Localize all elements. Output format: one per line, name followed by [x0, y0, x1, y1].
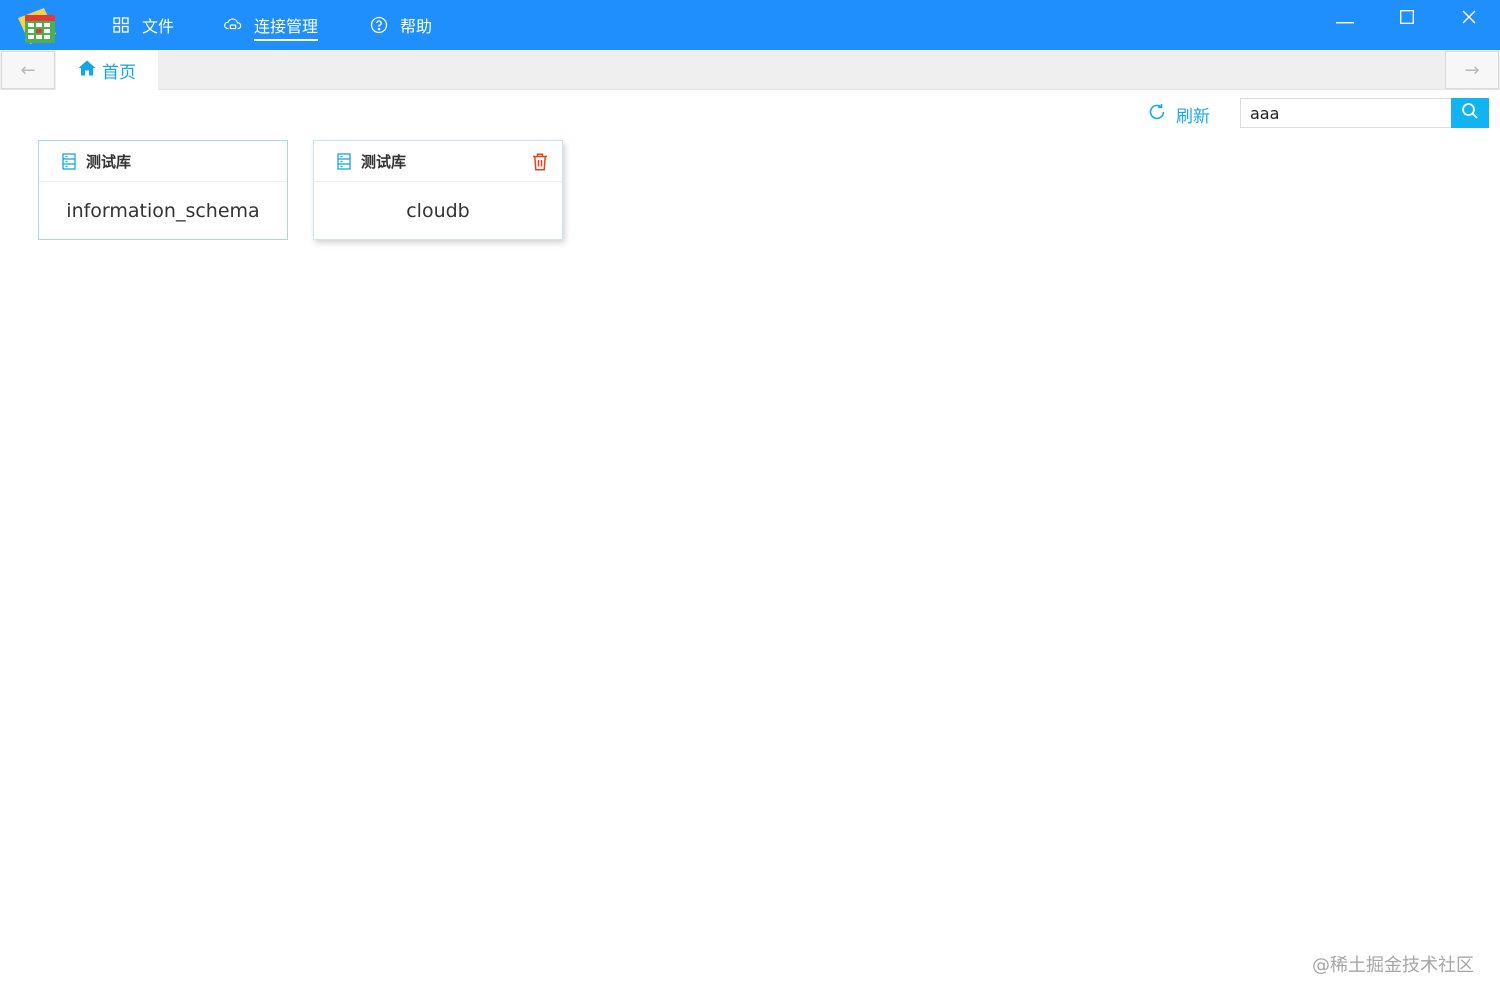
menu-item-label: 连接管理 — [254, 13, 319, 41]
menu-item-label: 帮助 — [400, 17, 433, 36]
tab-strip: ← 首页 → — [0, 50, 1500, 90]
card-header: 测试库 — [39, 141, 287, 182]
card-header: 测试库 — [314, 141, 562, 182]
card-tag: 测试库 — [361, 152, 407, 171]
delete-button[interactable] — [532, 153, 548, 171]
refresh-button[interactable]: 刷新 — [1148, 100, 1210, 128]
app-logo-icon — [16, 6, 58, 46]
watermark: @稀土掘金技术社区 — [1312, 955, 1474, 976]
title-bar: 文件 连接管理 帮助 — [0, 0, 1500, 50]
menu-item-connection-management[interactable]: 连接管理 — [224, 0, 319, 50]
home-icon — [78, 60, 102, 81]
database-name: cloudb — [406, 199, 470, 222]
tab-scroll-left-button[interactable]: ← — [1, 51, 55, 89]
maximize-icon — [1400, 9, 1414, 28]
question-circle-icon — [370, 16, 388, 34]
cloud-link-icon — [224, 16, 242, 34]
card-tag: 测试库 — [86, 152, 132, 171]
database-icon — [62, 152, 76, 170]
arrow-right-icon: → — [1464, 59, 1480, 81]
arrow-left-icon: ← — [20, 59, 36, 81]
database-card[interactable]: 测试库 information_schema — [38, 140, 288, 240]
trash-icon — [532, 153, 548, 171]
database-card[interactable]: 测试库 cloudb — [313, 140, 563, 240]
grid-icon — [112, 16, 130, 34]
close-button[interactable] — [1444, 0, 1494, 36]
refresh-icon — [1148, 103, 1176, 126]
tab-home[interactable]: 首页 — [56, 50, 158, 90]
menu-item-label: 文件 — [142, 17, 175, 36]
database-icon — [337, 152, 351, 170]
search-input[interactable] — [1240, 98, 1452, 128]
tab-label: 首页 — [102, 62, 136, 83]
menu-item-help[interactable]: 帮助 — [370, 0, 432, 50]
search-button[interactable] — [1451, 98, 1489, 128]
search-icon — [1461, 102, 1479, 124]
maximize-button[interactable] — [1382, 0, 1432, 36]
close-icon — [1462, 9, 1476, 28]
minimize-button[interactable] — [1320, 0, 1370, 36]
menu-item-file[interactable]: 文件 — [112, 0, 174, 50]
minimize-icon — [1336, 9, 1354, 28]
database-name: information_schema — [66, 199, 260, 222]
tab-scroll-right-button[interactable]: → — [1445, 51, 1499, 89]
refresh-label: 刷新 — [1176, 106, 1210, 127]
